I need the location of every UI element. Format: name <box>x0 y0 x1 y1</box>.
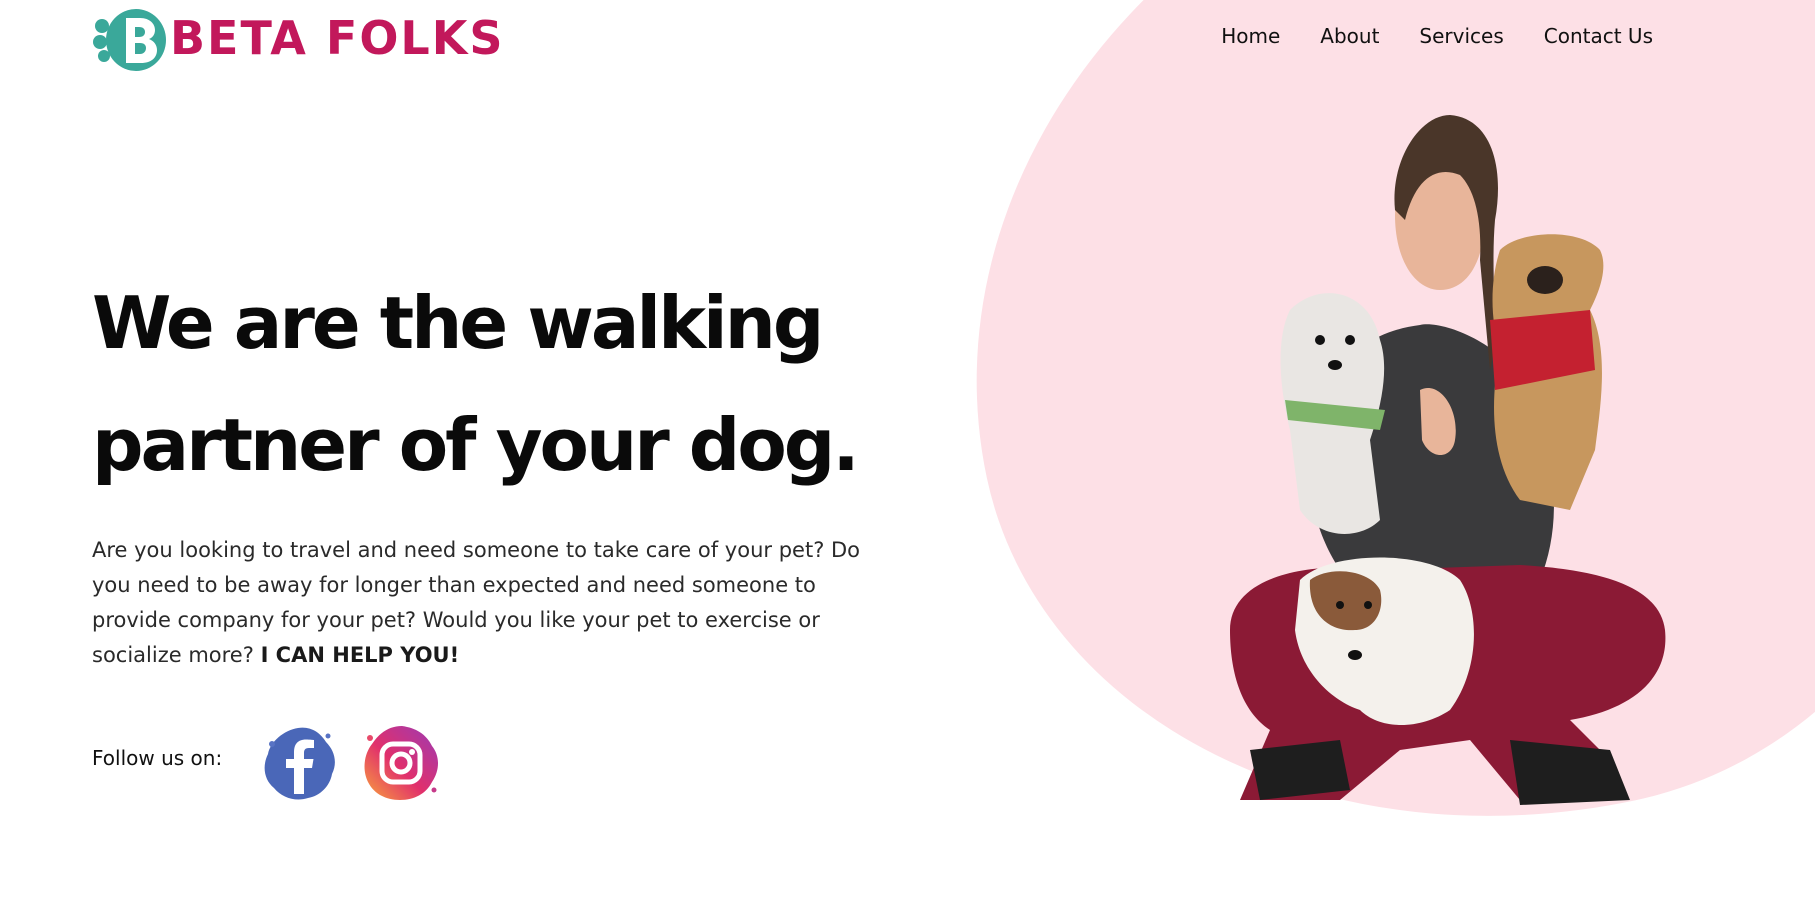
woman-with-dogs-photo <box>1190 110 1690 810</box>
hero-title-line-1: We are the walking <box>92 281 824 365</box>
main-nav: Home About Services Contact Us <box>1221 24 1653 48</box>
nav-home[interactable]: Home <box>1221 24 1280 48</box>
hero-title-line-2: partner of your dog. <box>92 403 860 487</box>
hero-cta-emphasis: I CAN HELP YOU! <box>260 643 460 667</box>
facebook-icon[interactable] <box>258 722 340 804</box>
instagram-icon[interactable] <box>360 722 442 804</box>
logo-text: BETA FOLKS <box>170 11 505 65</box>
hero-title: We are the walking partner of your dog. <box>92 262 932 506</box>
nav-services[interactable]: Services <box>1419 24 1503 48</box>
logo-paw-icon <box>93 9 166 71</box>
follow-us-label: Follow us on: <box>92 746 223 770</box>
nav-contact-us[interactable]: Contact Us <box>1544 24 1653 48</box>
hero-description-text: Are you looking to travel and need someo… <box>92 538 861 667</box>
nav-about[interactable]: About <box>1320 24 1379 48</box>
hero-description: Are you looking to travel and need someo… <box>92 533 892 673</box>
logo[interactable]: BETA FOLKS <box>92 4 505 72</box>
site-header: BETA FOLKS Home About Services Contact U… <box>0 0 1815 80</box>
